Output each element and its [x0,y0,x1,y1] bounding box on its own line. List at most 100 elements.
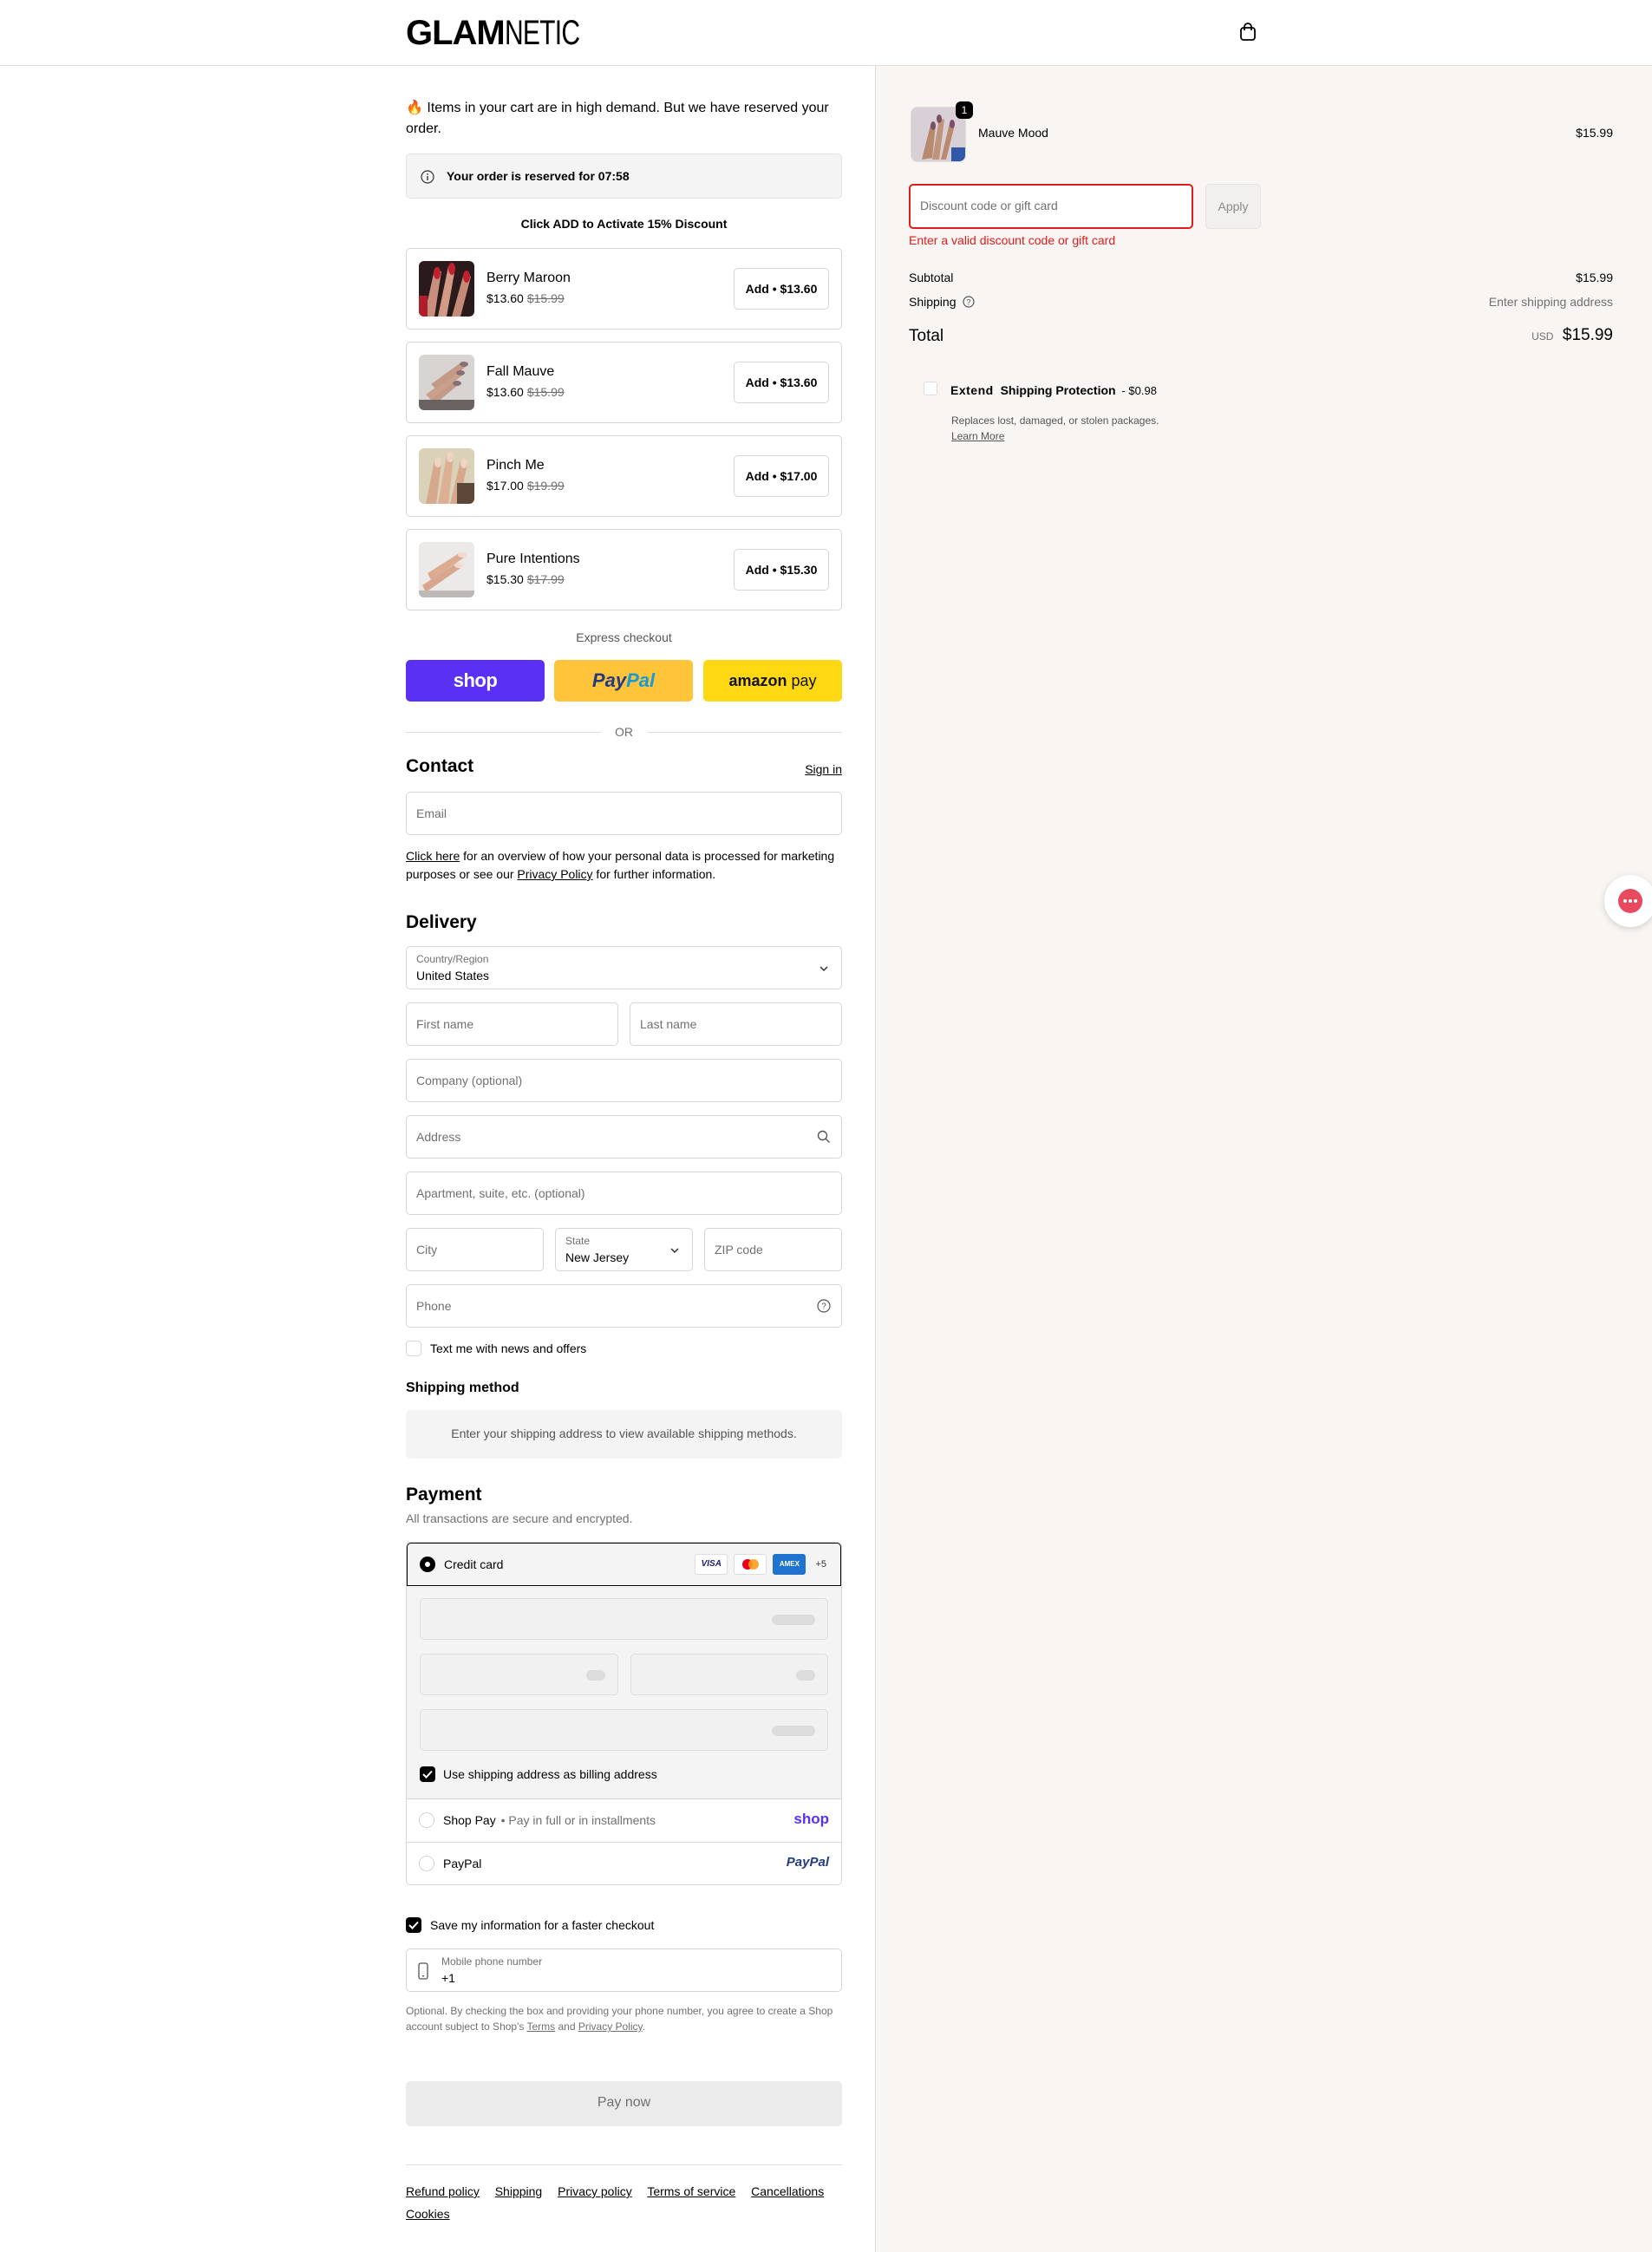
logo-bold-text: GLAM [406,14,506,52]
upsell-item: Fall Mauve $13.60 $15.99 Add • $13.60 [406,342,842,423]
phone-placeholder: Phone [416,1299,452,1313]
fall-mauve-image-icon [419,355,474,410]
shop-pay-radio[interactable] [419,1812,434,1828]
payment-methods: Credit card VISA AMEX +5 Use shipping ad… [406,1542,842,1885]
state-select[interactable]: State New Jersey [555,1228,693,1271]
shipping-label: Shipping [909,295,957,309]
brand-logo[interactable]: GLAMNETIC [406,12,604,54]
extend-brand: Extend [950,383,994,397]
shipping-value: Enter shipping address [1488,295,1613,309]
privacy-text-2: for further information. [592,867,716,881]
terms-link[interactable]: Terms [527,2020,556,2033]
chat-widget-button[interactable] [1604,875,1652,927]
mastercard-orange-circle [748,1559,760,1570]
shopping-bag-icon[interactable] [1238,23,1257,42]
divider-line-right [647,732,842,733]
state-label: State [565,1235,591,1247]
apply-button[interactable]: Apply [1205,184,1261,229]
paypal-option[interactable]: PayPal PayPal [407,1843,841,1884]
chat-icon [1618,889,1642,913]
loading-placeholder [586,1670,605,1681]
discount-error: Enter a valid discount code or gift card [909,233,1116,247]
paypal-pay-text: Pay [591,669,627,691]
shop-pay-option[interactable]: Shop Pay • Pay in full or in installment… [407,1799,841,1843]
add-upsell-button[interactable]: Add • $15.30 [734,549,829,591]
pinch-me-image-icon [419,448,474,504]
add-upsell-button[interactable]: Add • $13.60 [734,362,829,403]
learn-more-link[interactable]: Learn More [951,430,1004,442]
shipping-label-row: Shipping ? [909,295,975,309]
card-number-field[interactable] [420,1598,828,1640]
upsell-name: Pure Intentions [486,552,580,566]
loading-placeholder [796,1670,815,1681]
privacy-policy-link[interactable]: Privacy Policy [517,867,592,881]
product-image [419,448,474,504]
shipping-policy-link[interactable]: Shipping [495,2184,543,2198]
visa-icon: VISA [695,1554,728,1575]
upsell-item: Berry Maroon $13.60 $15.99 Add • $13.60 [406,248,842,330]
footer-links: Refund policy Shipping Privacy policy Te… [406,2180,842,2225]
company-field[interactable]: Company (optional) [406,1059,842,1102]
add-upsell-button[interactable]: Add • $13.60 [734,268,829,310]
berry-maroon-image-icon [419,261,474,317]
paypal-radio[interactable] [419,1856,434,1871]
extend-checkbox[interactable] [924,382,937,395]
expiry-field[interactable] [420,1654,618,1695]
help-circle-icon[interactable]: ? [963,296,975,308]
upsell-name: Fall Mauve [486,364,555,379]
company-placeholder: Company (optional) [416,1074,523,1087]
checkmark-icon [408,1921,419,1929]
shop-privacy-link[interactable]: Privacy Policy [578,2020,643,2033]
cancellations-link[interactable]: Cancellations [751,2184,824,2198]
upsell-name: Pinch Me [486,458,545,473]
add-upsell-button[interactable]: Add • $17.00 [734,455,829,497]
amazon-pay-express-button[interactable]: amazon pay [703,660,842,702]
header: GLAMNETIC [0,0,1652,66]
delivery-title: Delivery [406,912,477,932]
city-field[interactable]: City [406,1228,544,1271]
last-name-field[interactable]: Last name [630,1002,842,1046]
click-here-link[interactable]: Click here [406,849,460,863]
footer-divider [406,2164,842,2165]
shop-pay-express-button[interactable]: shop [406,660,545,702]
security-code-field[interactable] [630,1654,828,1695]
email-field[interactable]: Email [406,792,842,835]
credit-card-radio[interactable] [420,1557,435,1572]
terms-of-service-link[interactable]: Terms of service [647,2184,735,2198]
text-me-checkbox[interactable] [406,1341,421,1356]
extend-protection-row: Extend Shipping Protection - $0.98 [950,383,1157,397]
credit-card-option[interactable]: Credit card VISA AMEX +5 [407,1543,841,1586]
total-label: Total [909,327,944,345]
zip-field[interactable]: ZIP code [704,1228,842,1271]
upsell-old-price: $15.99 [526,385,565,399]
cookies-link[interactable]: Cookies [406,2207,450,2221]
shipping-method-text: Enter your shipping address to view avai… [451,1426,797,1440]
paypal-express-button[interactable]: PayPal [554,660,693,702]
upsell-price-row: $13.60 $15.99 [486,385,565,399]
help-circle-icon[interactable]: ? [817,1299,831,1313]
country-value: United States [416,969,490,982]
address-field[interactable]: Address [406,1115,842,1159]
apartment-field[interactable]: Apartment, suite, etc. (optional) [406,1172,842,1215]
phone-field[interactable]: Phone ? [406,1284,842,1328]
mobile-phone-field[interactable]: Mobile phone number +1 [406,1948,842,1992]
payment-subtitle: All transactions are secure and encrypte… [406,1511,633,1525]
first-name-field[interactable]: First name [406,1002,618,1046]
billing-same-checkbox[interactable] [420,1766,435,1782]
pay-now-button[interactable]: Pay now [406,2081,842,2126]
express-checkout-label: Express checkout [576,630,672,644]
shipping-method-notice: Enter your shipping address to view avai… [406,1410,842,1459]
mobile-label: Mobile phone number [441,1955,543,1968]
or-divider: OR [406,724,842,741]
discount-code-input[interactable]: Discount code or gift card [909,184,1193,229]
refund-policy-link[interactable]: Refund policy [406,2184,480,2198]
name-on-card-field[interactable] [420,1709,828,1751]
radio-dot [425,1562,430,1567]
country-select[interactable]: Country/Region United States [406,946,842,989]
save-info-checkbox[interactable] [406,1917,421,1933]
upsell-price: $17.00 [486,479,524,493]
svg-text:?: ? [821,1302,826,1312]
sign-in-link[interactable]: Sign in [805,762,842,776]
privacy-policy-footer-link[interactable]: Privacy policy [558,2184,632,2198]
amex-icon: AMEX [773,1554,806,1575]
